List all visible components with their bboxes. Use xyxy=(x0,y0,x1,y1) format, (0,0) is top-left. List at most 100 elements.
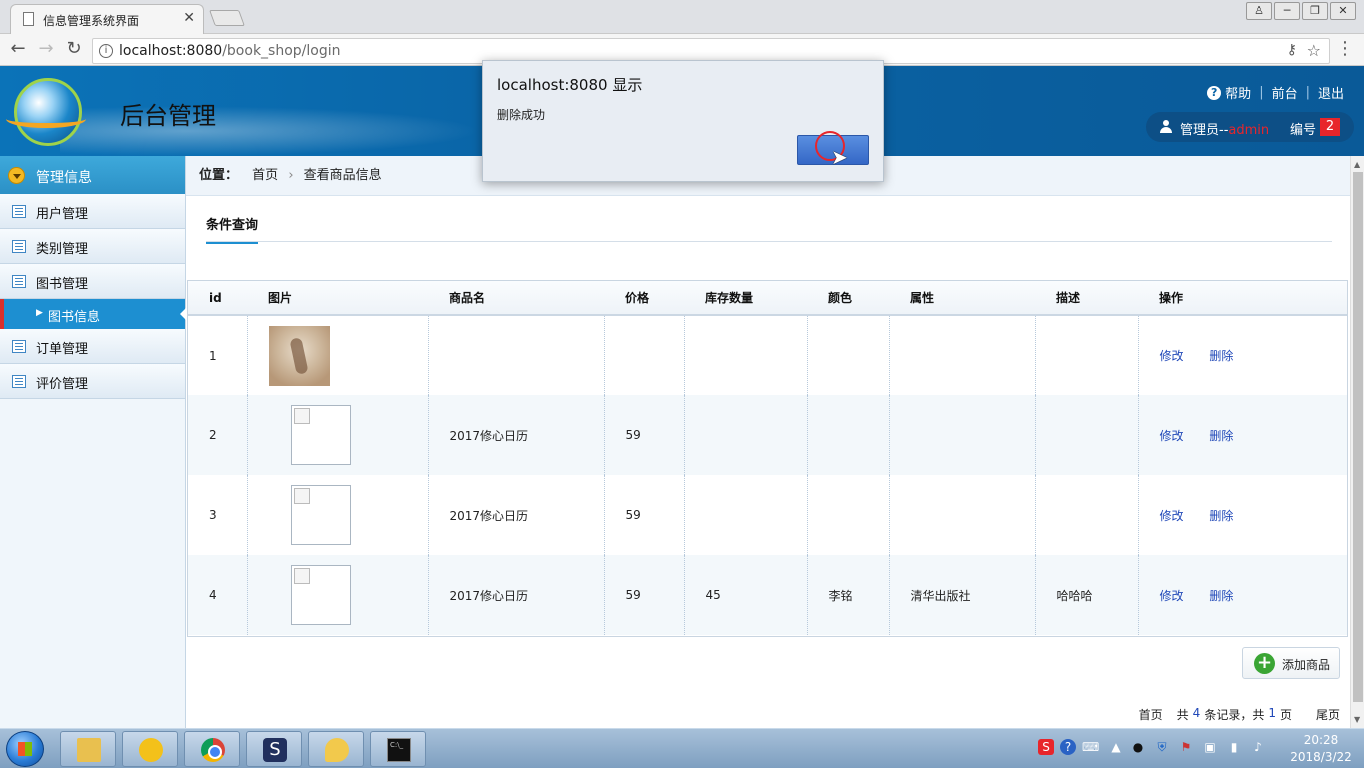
browser-tab[interactable]: 信息管理系统界面 ✕ xyxy=(10,4,204,34)
page-scrollbar[interactable]: ▲ ▼ xyxy=(1350,156,1364,728)
column-header: 操作 xyxy=(1138,281,1347,316)
add-product-button[interactable]: + 添加商品 xyxy=(1242,647,1340,679)
tab-close-icon[interactable]: ✕ xyxy=(183,10,195,26)
edit-link[interactable]: 修改 xyxy=(1160,589,1184,603)
keyboard-icon[interactable]: ⌨ xyxy=(1082,739,1099,755)
back-icon[interactable]: ← xyxy=(6,38,30,62)
sidebar-item-categories[interactable]: 类别管理 xyxy=(0,229,185,264)
restore-button[interactable]: ❐ xyxy=(1302,2,1328,20)
sidebar-item-label: 用户管理 xyxy=(36,207,89,222)
pager-total-records: 4 xyxy=(1192,706,1201,720)
caret-right-icon: ▶ xyxy=(36,308,43,318)
device-icon[interactable]: ▣ xyxy=(1202,739,1218,755)
browser-titlebar: 信息管理系统界面 ✕ ♙ ─ ❐ ✕ xyxy=(0,0,1364,34)
table-row: 1 修改 删除 xyxy=(188,315,1347,395)
url-text[interactable]: localhost:8080/book_shop/login xyxy=(119,43,341,59)
sidebar-item-label: 订单管理 xyxy=(36,342,89,357)
sidebar-item-orders[interactable]: 订单管理 xyxy=(0,329,185,364)
url-host: localhost:8080 xyxy=(119,43,223,59)
cell-attr xyxy=(889,395,1036,475)
flag-icon[interactable]: ⚑ xyxy=(1178,739,1194,755)
volume-icon[interactable]: ♪ xyxy=(1250,739,1266,755)
cell-stock xyxy=(684,475,808,555)
taskbar-explorer[interactable] xyxy=(60,731,116,767)
id-badge: 2 xyxy=(1320,118,1340,136)
new-tab-button[interactable] xyxy=(209,10,245,26)
help-tray-icon[interactable]: ? xyxy=(1060,739,1076,755)
shield-icon[interactable]: ⛨ xyxy=(1154,739,1170,755)
minimize-button[interactable]: ─ xyxy=(1274,2,1300,20)
sidebar-header-label: 管理信息 xyxy=(36,170,92,186)
cell-desc xyxy=(1035,475,1139,555)
sidebar-item-reviews[interactable]: 评价管理 xyxy=(0,364,185,399)
cell-image xyxy=(247,555,429,635)
tab-condition-query[interactable]: 条件查询 xyxy=(206,214,259,244)
cell-stock xyxy=(684,315,808,395)
cell-attr xyxy=(889,475,1036,555)
bookmark-star-icon[interactable]: ☆ xyxy=(1307,41,1321,60)
pagination: 首页 共 4 条记录，共 1 页 尾页 xyxy=(1139,706,1340,723)
key-icon[interactable]: ⚷ xyxy=(1287,42,1297,58)
pager-first[interactable]: 首页 xyxy=(1139,706,1163,723)
taskbar-app[interactable] xyxy=(308,731,364,767)
list-icon xyxy=(12,340,26,353)
table-row: 3 2017修心日历 59 修改 删除 xyxy=(188,475,1347,555)
pager-last[interactable]: 尾页 xyxy=(1316,706,1340,723)
delete-link[interactable]: 删除 xyxy=(1209,349,1233,363)
forward-icon[interactable]: → xyxy=(34,38,58,62)
pager-pages-suffix: 页 xyxy=(1279,708,1292,722)
cell-color xyxy=(807,395,890,475)
sidebar-item-books[interactable]: 图书管理 xyxy=(0,264,185,299)
column-header: 价格 xyxy=(604,281,684,316)
alert-dialog: localhost:8080 显示 删除成功 ➤ xyxy=(482,60,884,182)
tray-expand-icon[interactable]: ▲ xyxy=(1108,739,1124,755)
sidebar-item-users[interactable]: 用户管理 xyxy=(0,194,185,229)
cell-desc: 哈哈哈 xyxy=(1035,555,1139,635)
delete-link[interactable]: 删除 xyxy=(1209,589,1233,603)
ime-icon[interactable]: S xyxy=(1038,739,1054,755)
column-header: 图片 xyxy=(247,281,428,316)
cell-price: 59 xyxy=(604,395,685,475)
cell-actions: 修改 删除 xyxy=(1138,395,1347,475)
breadcrumb-home[interactable]: 首页 xyxy=(252,168,278,183)
delete-link[interactable]: 删除 xyxy=(1209,509,1233,523)
broken-image-icon xyxy=(290,405,351,465)
frontend-link[interactable]: 前台 xyxy=(1272,83,1298,102)
cell-desc xyxy=(1035,315,1139,395)
taskbar-ide[interactable]: S xyxy=(246,731,302,767)
edit-link[interactable]: 修改 xyxy=(1160,429,1184,443)
close-window-button[interactable]: ✕ xyxy=(1330,2,1356,20)
reload-icon[interactable]: ↻ xyxy=(62,38,86,62)
link-separator: | xyxy=(1305,85,1310,100)
taskbar-cmd[interactable] xyxy=(370,731,426,767)
taskbar-music[interactable] xyxy=(122,731,178,767)
place-label: 位置： xyxy=(199,168,239,183)
edit-link[interactable]: 修改 xyxy=(1160,349,1184,363)
start-button[interactable] xyxy=(6,731,44,767)
help-link[interactable]: 帮助 xyxy=(1225,83,1251,102)
sidebar-header[interactable]: 管理信息 xyxy=(0,156,185,194)
system-clock[interactable]: 20:28 2018/3/22 xyxy=(1290,732,1352,766)
edit-link[interactable]: 修改 xyxy=(1160,509,1184,523)
table-row: 4 2017修心日历 59 45 李铭 清华出版社 哈哈哈 修改 删除 xyxy=(188,555,1347,635)
qq-icon[interactable]: ● xyxy=(1130,739,1146,755)
os-taskbar: S S ? ⌨ ▲ ● ⛨ ⚑ ▣ ▮ ♪ 20:28 2018/3/22 xyxy=(0,728,1364,768)
scrollbar-thumb[interactable] xyxy=(1353,172,1363,702)
cell-image xyxy=(247,475,429,555)
scroll-down-icon[interactable]: ▼ xyxy=(1354,715,1360,724)
ide-icon: S xyxy=(263,738,287,762)
id-label: 编号 xyxy=(1290,123,1317,138)
logout-link[interactable]: 退出 xyxy=(1318,83,1344,102)
scroll-up-icon[interactable]: ▲ xyxy=(1354,160,1360,169)
delete-link[interactable]: 删除 xyxy=(1209,429,1233,443)
info-icon[interactable]: i xyxy=(99,44,113,58)
network-icon[interactable]: ▮ xyxy=(1226,739,1242,755)
dialog-ok-button[interactable] xyxy=(797,135,869,165)
sidebar-subitem-book-info[interactable]: ▶ 图书信息 xyxy=(0,299,186,329)
taskbar-chrome[interactable] xyxy=(184,731,240,767)
browser-menu-icon[interactable]: ⋮ xyxy=(1336,38,1354,59)
page-icon xyxy=(23,12,34,26)
header-links: ? 帮助 | 前台 | 退出 xyxy=(1207,83,1344,102)
profile-button[interactable]: ♙ xyxy=(1246,2,1272,20)
column-header: 商品名 xyxy=(428,281,604,316)
